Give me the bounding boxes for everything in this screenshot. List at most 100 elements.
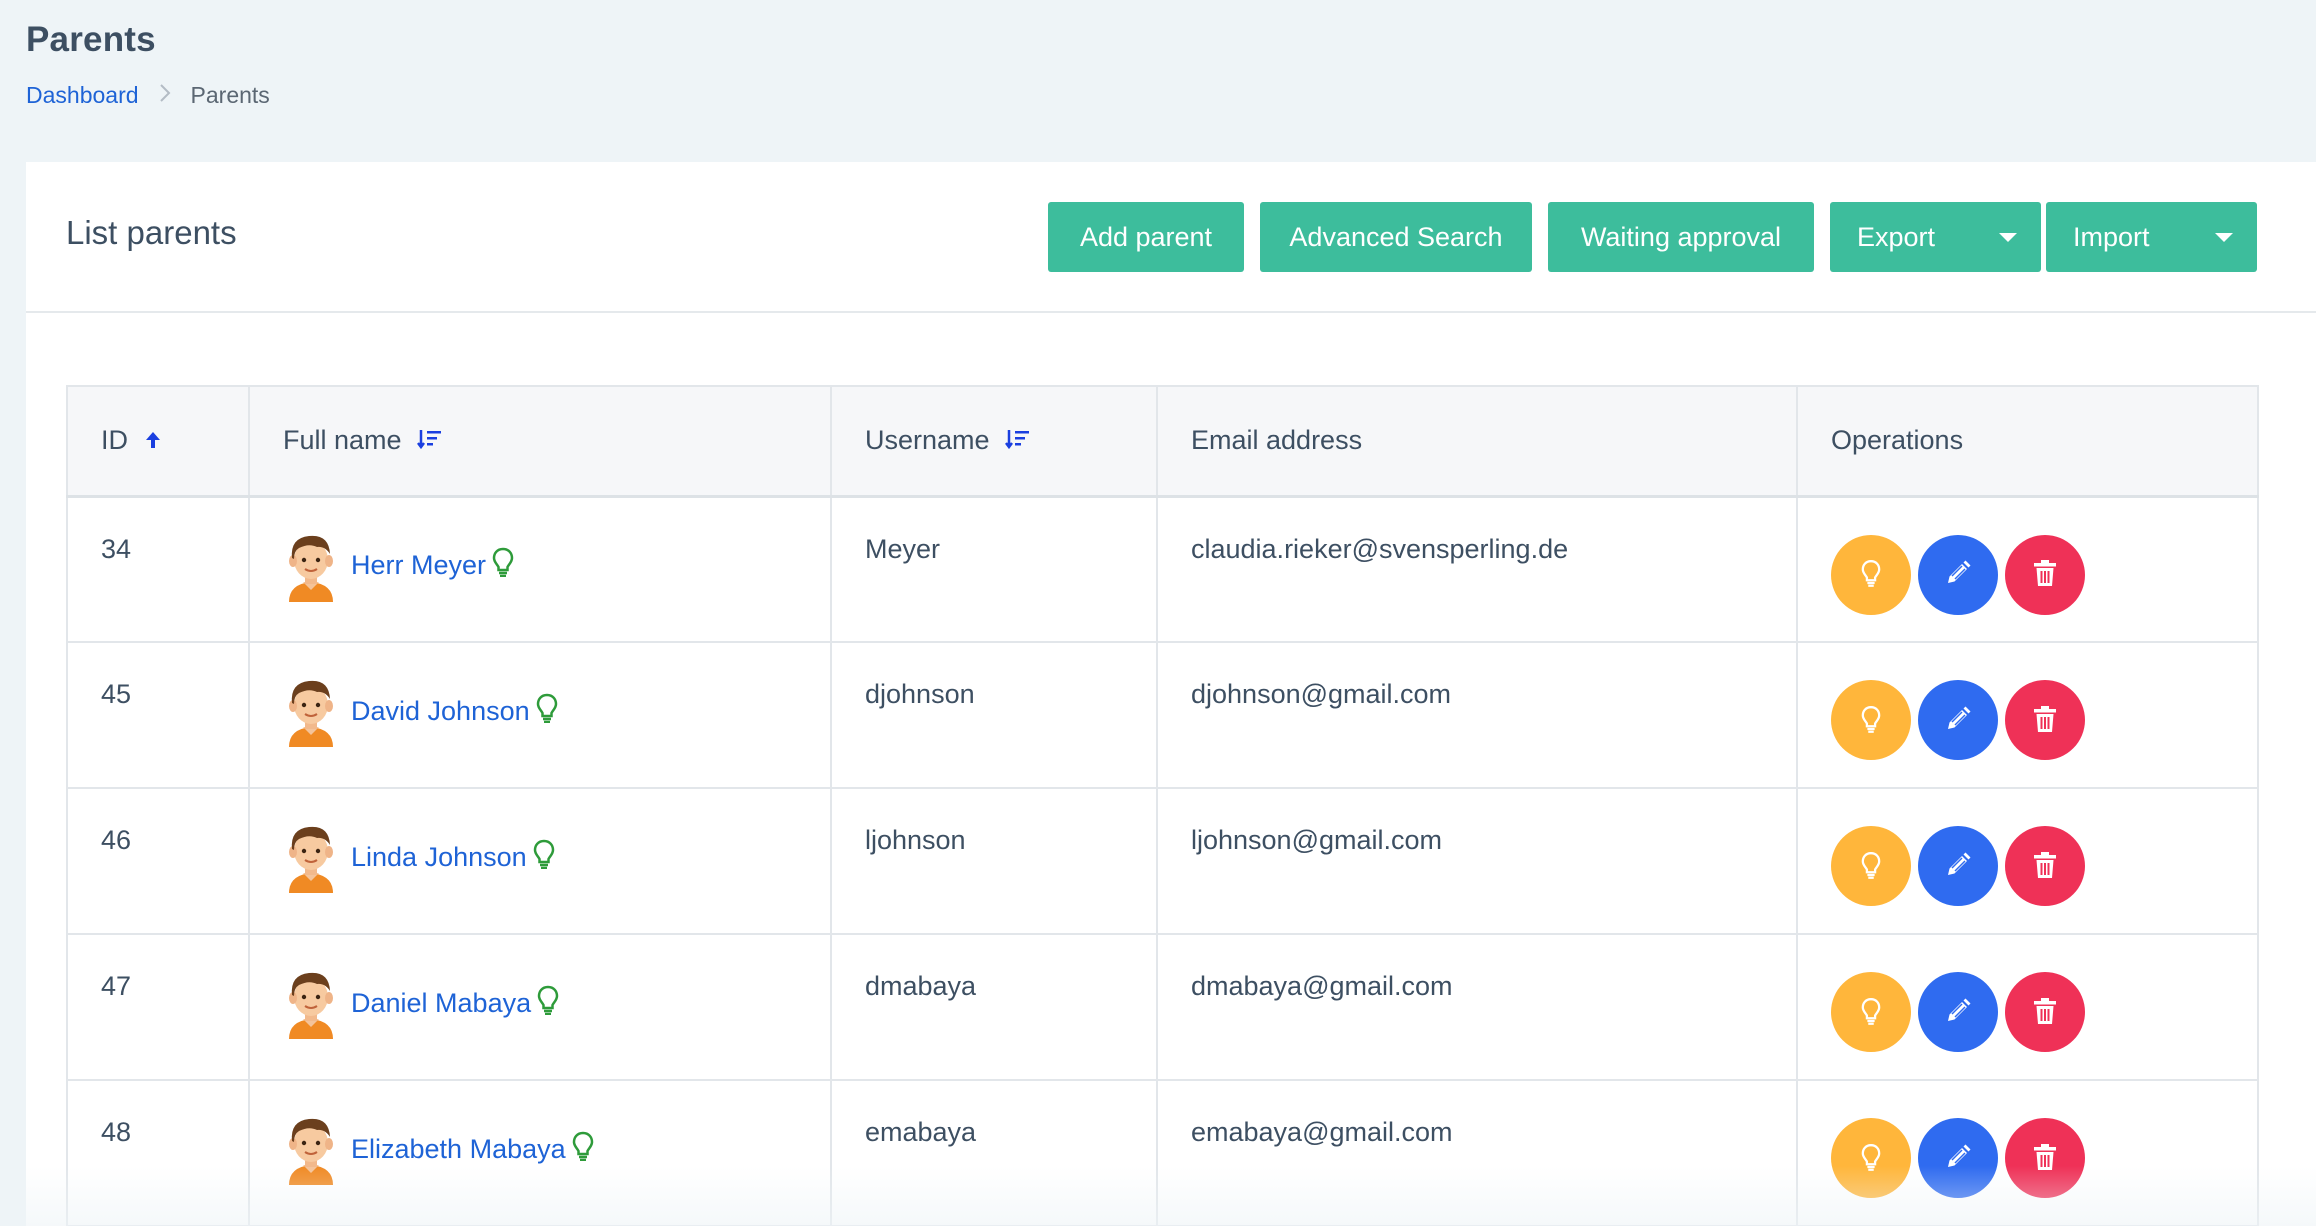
export-label: Export	[1857, 221, 1936, 252]
lightbulb-icon	[492, 547, 514, 584]
table-row: 34 Herr Meyer Meyer claudia.rieker@svens…	[66, 495, 2259, 643]
edit-button[interactable]	[1918, 534, 1998, 615]
cell-email: claudia.rieker@svensperling.de	[1156, 495, 1798, 643]
breadcrumb-chevron-icon	[159, 83, 171, 109]
parents-card: List parents Add parent Advanced Search …	[26, 162, 2316, 1226]
delete-button[interactable]	[2005, 534, 2085, 615]
view-button[interactable]	[1831, 680, 1911, 760]
cell-operations	[1796, 933, 2259, 1081]
column-header-operations: Operations	[1796, 385, 2259, 498]
lightbulb-icon	[1861, 705, 1881, 736]
cell-full-name: Elizabeth Mabaya	[248, 1079, 832, 1226]
card-title: List parents	[66, 214, 237, 251]
breadcrumb-dashboard-link[interactable]: Dashboard	[26, 82, 139, 109]
trash-icon	[2033, 1143, 2057, 1174]
table-header-row: ID Full name Username Email address Oper…	[66, 385, 2259, 498]
sort-lines-icon[interactable]	[417, 426, 443, 457]
parent-name-link[interactable]: Elizabeth Mabaya	[351, 1134, 566, 1165]
pencil-icon	[1944, 851, 1972, 882]
delete-button[interactable]	[2005, 680, 2085, 760]
cell-email: dmabaya@gmail.com	[1156, 933, 1798, 1081]
cell-operations	[1796, 641, 2259, 789]
lightbulb-icon	[536, 693, 558, 730]
cell-id: 46	[66, 787, 250, 935]
pencil-icon	[1944, 705, 1972, 736]
cell-operations	[1796, 787, 2259, 935]
cell-username: djohnson	[830, 641, 1158, 789]
card-header: List parents Add parent Advanced Search …	[26, 162, 2316, 313]
breadcrumb-current: Parents	[190, 82, 270, 108]
edit-button[interactable]	[1918, 680, 1998, 760]
avatar	[283, 1113, 339, 1185]
cell-id: 48	[66, 1079, 250, 1226]
add-parent-button[interactable]: Add parent	[1048, 202, 1244, 272]
pencil-icon	[1944, 1143, 1972, 1174]
column-header-full-name[interactable]: Full name	[248, 385, 832, 498]
pencil-icon	[1944, 559, 1972, 590]
view-button[interactable]	[1831, 972, 1911, 1052]
trash-icon	[2033, 705, 2057, 736]
avatar	[283, 967, 339, 1039]
breadcrumb: Dashboard Parents	[26, 82, 270, 109]
trash-icon	[2033, 559, 2057, 590]
column-header-username-label: Username	[865, 424, 990, 455]
cell-email: djohnson@gmail.com	[1156, 641, 1798, 789]
delete-button[interactable]	[2005, 1118, 2085, 1198]
column-header-id[interactable]: ID	[66, 385, 250, 498]
caret-down-icon	[2215, 232, 2233, 242]
table-row: 47 Daniel Mabaya dmabaya dmabaya@gmail.c…	[66, 933, 2259, 1081]
arrow-up-icon[interactable]	[144, 426, 162, 457]
table-row: 45 David Johnson djohnson djohnson@gmail…	[66, 641, 2259, 789]
trash-icon	[2033, 851, 2057, 882]
parent-name-link[interactable]: David Johnson	[351, 696, 530, 727]
cell-id: 47	[66, 933, 250, 1081]
view-button[interactable]	[1831, 826, 1911, 906]
parents-table-wrapper: ID Full name Username Email address Oper…	[66, 385, 2259, 1226]
cell-username: Meyer	[830, 495, 1158, 643]
parent-name-link[interactable]: Daniel Mabaya	[351, 988, 531, 1019]
page-header: Parents Dashboard Parents	[26, 20, 270, 109]
avatar	[283, 821, 339, 893]
parent-name-link[interactable]: Herr Meyer	[351, 550, 486, 581]
cell-username: emabaya	[830, 1079, 1158, 1226]
cell-email: ljohnson@gmail.com	[1156, 787, 1798, 935]
parents-table: ID Full name Username Email address Oper…	[66, 385, 2259, 1226]
table-row: 46 Linda Johnson ljohnson ljohnson@gmail…	[66, 787, 2259, 935]
column-header-full-name-label: Full name	[283, 424, 402, 455]
cell-full-name: David Johnson	[248, 641, 832, 789]
view-button[interactable]	[1831, 1118, 1911, 1198]
toolbar: Add parent Advanced Search Waiting appro…	[1048, 202, 2257, 272]
edit-button[interactable]	[1918, 1118, 1998, 1198]
avatar	[283, 530, 339, 602]
caret-down-icon	[1999, 232, 2017, 242]
sort-lines-icon[interactable]	[1005, 426, 1031, 457]
waiting-approval-button[interactable]: Waiting approval	[1548, 202, 1814, 272]
pencil-icon	[1944, 997, 1972, 1028]
cell-full-name: Herr Meyer	[248, 495, 832, 643]
export-dropdown-button[interactable]: Export	[1830, 202, 2041, 272]
column-header-email: Email address	[1156, 385, 1798, 498]
trash-icon	[2033, 997, 2057, 1028]
cell-username: dmabaya	[830, 933, 1158, 1081]
delete-button[interactable]	[2005, 972, 2085, 1052]
table-row: 48 Elizabeth Mabaya emabaya emabaya@gmai…	[66, 1079, 2259, 1226]
delete-button[interactable]	[2005, 826, 2085, 906]
lightbulb-icon	[572, 1131, 594, 1168]
lightbulb-icon	[1861, 559, 1881, 590]
cell-full-name: Daniel Mabaya	[248, 933, 832, 1081]
column-header-username[interactable]: Username	[830, 385, 1158, 498]
page-title: Parents	[26, 20, 156, 59]
edit-button[interactable]	[1918, 972, 1998, 1052]
import-dropdown-button[interactable]: Import	[2046, 202, 2257, 272]
lightbulb-icon	[1861, 1143, 1881, 1174]
cell-email: emabaya@gmail.com	[1156, 1079, 1798, 1226]
lightbulb-icon	[1861, 997, 1881, 1028]
advanced-search-button[interactable]: Advanced Search	[1260, 202, 1532, 272]
view-button[interactable]	[1831, 534, 1911, 615]
parent-name-link[interactable]: Linda Johnson	[351, 842, 527, 873]
lightbulb-icon	[533, 839, 555, 876]
edit-button[interactable]	[1918, 826, 1998, 906]
cell-username: ljohnson	[830, 787, 1158, 935]
avatar	[283, 675, 339, 747]
cell-operations	[1796, 495, 2259, 643]
